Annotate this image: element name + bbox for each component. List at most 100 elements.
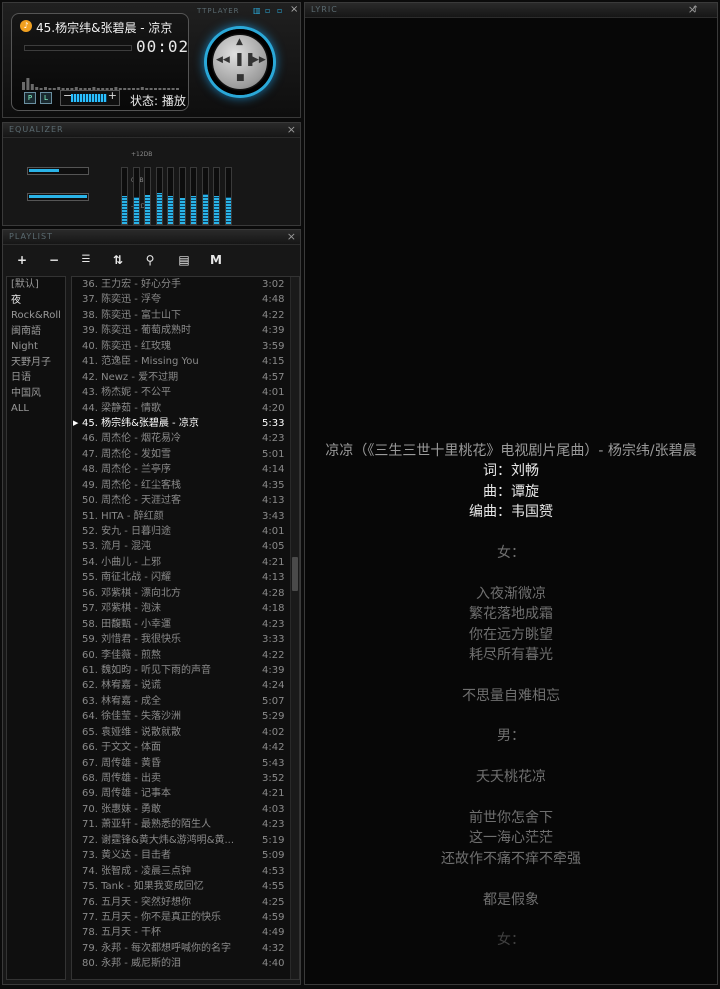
sort-icon[interactable]: ⇅ bbox=[109, 252, 127, 268]
preamp-slider[interactable] bbox=[27, 193, 89, 201]
list-icon[interactable]: ☰ bbox=[77, 252, 95, 268]
eq-band-slider[interactable] bbox=[155, 167, 163, 225]
category-item[interactable]: 夜 bbox=[7, 293, 65, 309]
track-row[interactable]: 75. Tank - 如果我变成回忆 4:55 bbox=[72, 879, 299, 894]
track-row[interactable]: 71. 萧亚轩 - 最熟悉的陌生人 4:23 bbox=[72, 817, 299, 832]
track-row[interactable]: 64. 徐佳莹 - 失落沙洲 5:29 bbox=[72, 709, 299, 724]
pause-button[interactable]: ❚❚ bbox=[234, 52, 256, 67]
track-row[interactable]: 63. 林宥嘉 - 成全 5:07 bbox=[72, 694, 299, 709]
category-item[interactable]: Rock&Roll bbox=[7, 308, 65, 324]
close-icon[interactable]: × bbox=[287, 123, 296, 136]
eq-band-slider[interactable] bbox=[190, 167, 197, 225]
lyric-line bbox=[305, 523, 717, 543]
track-row[interactable]: 80. 永邦 - 威尼斯的泪 4:40 bbox=[72, 956, 299, 971]
track-row[interactable]: 72. 谢霆锋&黄大炜&游鸿明&黄... 5:19 bbox=[72, 833, 299, 848]
track-name: 70. 张惠妹 - 勇敢 bbox=[82, 803, 162, 815]
close-icon[interactable]: × bbox=[287, 230, 296, 243]
track-row[interactable]: 50. 周杰伦 - 天涯过客 4:13 bbox=[72, 493, 299, 508]
track-row[interactable]: 73. 黄义达 - 目击者 5:09 bbox=[72, 848, 299, 863]
stop-icon[interactable]: ■ bbox=[236, 73, 245, 83]
lyric-line: 凉凉（《三生三世十里桃花》电视剧片尾曲）- 杨宗纬/张碧晨 bbox=[325, 443, 697, 459]
track-row[interactable]: ▶ 45. 杨宗纬&张碧晨 - 凉京 5:33 bbox=[72, 416, 299, 431]
mode-icon[interactable]: M bbox=[207, 252, 225, 268]
category-item[interactable]: Night bbox=[7, 339, 65, 355]
track-row[interactable]: 65. 袁娅维 - 说散就散 4:02 bbox=[72, 725, 299, 740]
add-icon[interactable]: + bbox=[13, 252, 31, 268]
scrollbar-thumb[interactable] bbox=[292, 557, 298, 591]
track-row[interactable]: 37. 陈奕迅 - 浮夸 4:48 bbox=[72, 292, 299, 307]
track-row[interactable]: 62. 林宥嘉 - 说谎 4:24 bbox=[72, 678, 299, 693]
category-item[interactable]: 中国风 bbox=[7, 386, 65, 402]
category-item[interactable]: 日语 bbox=[7, 370, 65, 386]
track-row[interactable]: 55. 南征北战 - 闪耀 4:13 bbox=[72, 570, 299, 585]
track-row[interactable]: 76. 五月天 - 突然好想你 4:25 bbox=[72, 895, 299, 910]
track-row[interactable]: 69. 周传雄 - 记事本 4:21 bbox=[72, 786, 299, 801]
track-row[interactable]: 47. 周杰伦 - 发如雪 5:01 bbox=[72, 447, 299, 462]
category-item[interactable]: ALL bbox=[7, 401, 65, 417]
eq-band-slider[interactable] bbox=[201, 167, 209, 225]
eq-band-slider[interactable] bbox=[144, 167, 151, 225]
track-row[interactable]: 53. 流月 - 混沌 4:05 bbox=[72, 539, 299, 554]
track-row[interactable]: 51. HITA - 醉红颜 3:43 bbox=[72, 509, 299, 524]
volume-up-icon[interactable]: + bbox=[108, 89, 117, 102]
remove-icon[interactable]: − bbox=[45, 252, 63, 268]
track-row[interactable]: 57. 邓紫棋 - 泡沫 4:18 bbox=[72, 601, 299, 616]
eq-band-slider[interactable] bbox=[167, 167, 174, 225]
minimize-icon[interactable]: ▫ bbox=[265, 6, 270, 15]
close-icon[interactable]: × bbox=[290, 4, 298, 15]
playlist-scrollbar[interactable] bbox=[290, 277, 299, 979]
track-row[interactable]: 41. 范逸臣 - Missing You 4:15 bbox=[72, 354, 299, 369]
track-row[interactable]: 68. 周传雄 - 出卖 3:52 bbox=[72, 771, 299, 786]
track-row[interactable]: 49. 周杰伦 - 红尘客栈 4:35 bbox=[72, 478, 299, 493]
eq-band-slider[interactable] bbox=[213, 167, 220, 225]
balance-slider[interactable] bbox=[27, 167, 89, 175]
eq-band-slider[interactable] bbox=[178, 167, 186, 225]
track-row[interactable]: 46. 周杰伦 - 烟花易冷 4:23 bbox=[72, 431, 299, 446]
track-row[interactable]: 40. 陈奕迅 - 红玫瑰 3:59 bbox=[72, 339, 299, 354]
track-row[interactable]: 58. 田馥甄 - 小幸運 4:23 bbox=[72, 617, 299, 632]
eq-toggle-icon[interactable]: ▥ bbox=[253, 6, 261, 15]
track-row[interactable]: 42. Newz - 爱不过期 4:57 bbox=[72, 370, 299, 385]
track-row[interactable]: 60. 李佳薇 - 煎熬 4:22 bbox=[72, 648, 299, 663]
track-row[interactable]: 61. 魏如昀 - 听见下雨的声音 4:39 bbox=[72, 663, 299, 678]
track-duration: 4:05 bbox=[262, 541, 285, 553]
track-row[interactable]: 77. 五月天 - 你不是真正的快乐 4:59 bbox=[72, 910, 299, 925]
track-row[interactable]: 56. 邓紫棋 - 漂向北方 4:28 bbox=[72, 586, 299, 601]
playlist-toggle-button[interactable]: P bbox=[24, 92, 36, 104]
category-item[interactable]: [默认] bbox=[7, 277, 65, 293]
previous-icon[interactable]: ◀◀ bbox=[216, 55, 230, 65]
track-row[interactable]: 79. 永邦 - 每次都想呼喊你的名字 4:32 bbox=[72, 941, 299, 956]
eq-band-slider[interactable] bbox=[224, 167, 232, 225]
mini-mode-icon[interactable]: ▫ bbox=[277, 6, 282, 15]
track-row[interactable]: 39. 陈奕迅 - 葡萄成熟时 4:39 bbox=[72, 323, 299, 338]
category-item[interactable]: 闽南語 bbox=[7, 324, 65, 340]
track-row[interactable]: 38. 陈奕迅 - 富士山下 4:22 bbox=[72, 308, 299, 323]
track-row[interactable]: 52. 安九 - 日暮归途 4:01 bbox=[72, 524, 299, 539]
track-row[interactable]: 70. 张惠妹 - 勇敢 4:03 bbox=[72, 802, 299, 817]
category-item[interactable]: 天野月子 bbox=[7, 355, 65, 371]
track-row[interactable]: 36. 王力宏 - 好心分手 3:02 bbox=[72, 277, 299, 292]
volume-slider[interactable]: − + bbox=[60, 89, 120, 106]
track-row[interactable]: 44. 梁静茹 - 情歌 4:20 bbox=[72, 401, 299, 416]
track-row[interactable]: 67. 周传雄 - 黄昏 5:43 bbox=[72, 756, 299, 771]
file-icon[interactable]: ▤ bbox=[175, 252, 193, 268]
track-row[interactable]: 43. 杨杰妮 - 不公平 4:01 bbox=[72, 385, 299, 400]
eq-band-slider[interactable] bbox=[132, 167, 140, 225]
track-row[interactable]: 78. 五月天 - 干杯 4:49 bbox=[72, 925, 299, 940]
search-icon[interactable]: ⚲ bbox=[141, 252, 159, 268]
stop-open-icon[interactable]: ▲ bbox=[236, 37, 243, 47]
lyric-line: 不思量自难相忘 bbox=[462, 687, 560, 704]
track-row[interactable]: 66. 于文文 - 体面 4:42 bbox=[72, 740, 299, 755]
equalizer-body: +12DB 0DB -12DB bbox=[3, 137, 300, 225]
track-row[interactable]: 48. 周杰伦 - 兰亭序 4:14 bbox=[72, 462, 299, 477]
eq-band-slider[interactable] bbox=[121, 167, 128, 225]
spectrum-bar bbox=[149, 88, 153, 90]
lyric-toggle-button[interactable]: L bbox=[40, 92, 52, 104]
close-icon[interactable]: × bbox=[688, 3, 697, 16]
track-row[interactable]: 74. 张智成 - 凌晨三点钟 4:53 bbox=[72, 864, 299, 879]
track-name: 36. 王力宏 - 好心分手 bbox=[82, 279, 182, 290]
track-row[interactable]: 59. 刘惜君 - 我很快乐 3:33 bbox=[72, 632, 299, 647]
transport-dial: ▲ ◀◀ ▶▶ ❚❚ ■ bbox=[213, 35, 267, 89]
track-row[interactable]: 54. 小曲儿 - 上邪 4:21 bbox=[72, 555, 299, 570]
seek-bar[interactable] bbox=[24, 45, 132, 51]
